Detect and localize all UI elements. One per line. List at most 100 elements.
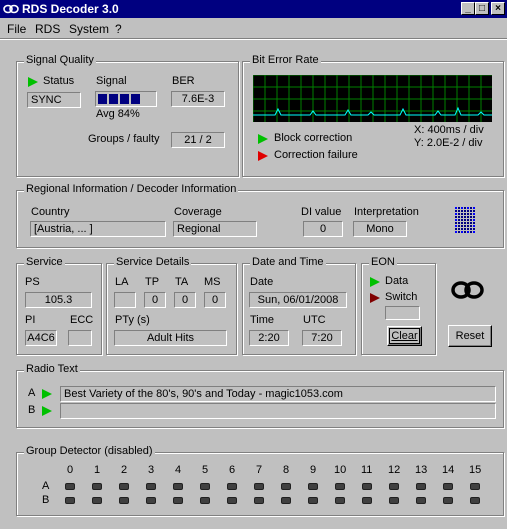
service-details-label: Service Details [114, 256, 192, 268]
signal-quality-group: Signal Quality Status SYNC Signal Avg 84… [16, 54, 239, 177]
group-detector-led-a-6 [227, 483, 237, 490]
minimize-button[interactable]: _ [461, 2, 475, 15]
service-details-group: Service Details LA TP TA MS 0 0 0 PTy (s… [106, 256, 237, 355]
group-detector-led-a-3 [146, 483, 156, 490]
radio-text-group: Radio Text A Best Variety of the 80's, 9… [16, 363, 504, 428]
title-bar[interactable]: RDS Decoder 3.0 _ □ × [0, 0, 507, 18]
group-detector-column-6: 6 [229, 464, 236, 476]
group-detector-led-b-14 [443, 497, 453, 504]
ta-label: TA [175, 276, 189, 288]
group-detector-column-5: 5 [202, 464, 209, 476]
group-detector-row-b-label: B [42, 494, 50, 506]
group-detector-led-b-10 [335, 497, 345, 504]
signal-segment [98, 94, 107, 104]
group-detector-column-2: 2 [121, 464, 128, 476]
groups-value: 21 / 2 [171, 132, 225, 148]
group-detector-column-8: 8 [283, 464, 290, 476]
ber-group-label: Bit Error Rate [250, 54, 321, 66]
radio-text-a-led-icon [42, 389, 52, 399]
group-detector-led-b-15 [470, 497, 480, 504]
ms-label: MS [204, 276, 221, 288]
group-detector-led-b-2 [119, 497, 129, 504]
pty-value: Adult Hits [114, 330, 227, 346]
signal-meter [95, 91, 157, 107]
group-detector-led-a-7 [254, 483, 264, 490]
status-led-icon [28, 77, 38, 87]
menu-rds[interactable]: RDS [35, 22, 60, 36]
eon-label: EON [369, 256, 397, 268]
time-value: 2:20 [249, 330, 289, 346]
clear-button[interactable]: Clear [387, 326, 422, 346]
group-detector-led-b-6 [227, 497, 237, 504]
time-label: Time [250, 314, 275, 326]
window-title: RDS Decoder 3.0 [22, 2, 119, 16]
group-detector-led-a-13 [416, 483, 426, 490]
utc-label: UTC [303, 314, 326, 326]
di-value: 0 [303, 221, 343, 237]
ps-label: PS [25, 276, 40, 288]
eon-group: EON Data Switch Clear [361, 256, 436, 355]
menu-system[interactable]: System [69, 22, 109, 36]
ms-value: 0 [204, 292, 226, 308]
eon-switch-label: Switch [385, 291, 418, 303]
signal-segment [142, 94, 151, 104]
reset-button-label: Reset [455, 330, 485, 342]
date-value: Sun, 06/01/2008 [249, 292, 347, 308]
la-label: LA [115, 276, 129, 288]
clear-button-label: Clear [391, 330, 418, 342]
country-value: [Austria, ... ] [30, 221, 166, 237]
menu-help[interactable]: ? [115, 22, 122, 36]
group-detector-led-a-0 [65, 483, 75, 490]
group-detector-led-a-5 [200, 483, 210, 490]
service-label: Service [24, 256, 65, 268]
grid-matrix-icon [455, 207, 475, 233]
close-button[interactable]: × [491, 2, 505, 15]
pi-value: A4C6 [25, 330, 57, 346]
group-detector-column-12: 12 [388, 464, 401, 476]
maximize-button[interactable]: □ [475, 2, 489, 15]
group-detector-led-b-12 [389, 497, 399, 504]
la-value [114, 292, 136, 308]
radio-text-a-value: Best Variety of the 80's, 90's and Today… [60, 386, 496, 402]
y-scale-label: Y: 2.0E-2 / div [414, 137, 483, 149]
tp-value: 0 [144, 292, 166, 308]
signal-segment [109, 94, 118, 104]
radio-text-b-led-icon [42, 406, 52, 416]
eon-data-led-icon [370, 277, 380, 287]
group-detector-led-a-11 [362, 483, 372, 490]
block-correction-led-icon [258, 134, 268, 144]
ps-value: 105.3 [25, 292, 92, 308]
group-detector-led-b-1 [92, 497, 102, 504]
ta-value: 0 [174, 292, 196, 308]
radio-text-b-value [60, 403, 496, 419]
interpretation-label: Interpretation [354, 206, 419, 218]
block-correction-label: Block correction [274, 132, 353, 144]
app-icon [3, 4, 19, 14]
group-detector-led-a-4 [173, 483, 183, 490]
group-detector-column-11: 11 [361, 464, 373, 476]
status-label: Status [43, 75, 75, 87]
signal-segment [120, 94, 129, 104]
regional-info-label: Regional Information / Decoder Informati… [24, 183, 239, 195]
group-detector-led-a-9 [308, 483, 318, 490]
reset-button[interactable]: Reset [448, 325, 492, 347]
group-detector-column-1: 1 [94, 464, 101, 476]
group-detector-led-a-2 [119, 483, 129, 490]
group-detector-led-b-13 [416, 497, 426, 504]
group-detector-led-a-12 [389, 483, 399, 490]
group-detector-column-14: 14 [442, 464, 455, 476]
group-detector-led-b-4 [173, 497, 183, 504]
coverage-value: Regional [173, 221, 257, 237]
group-detector-column-3: 3 [148, 464, 155, 476]
magic-logo-icon [451, 281, 484, 299]
radio-text-b-label: B [28, 404, 36, 416]
group-detector-led-a-8 [281, 483, 291, 490]
group-detector-column-4: 4 [175, 464, 182, 476]
date-time-group: Date and Time Date Sun, 06/01/2008 Time … [242, 256, 356, 355]
status-value: SYNC [27, 92, 81, 108]
group-detector-group: Group Detector (disabled) 0 1 2 3 4 5 6 7 8 9 10 11… [16, 445, 504, 516]
menu-file[interactable]: File [7, 22, 26, 36]
group-detector-led-b-3 [146, 497, 156, 504]
correction-failure-label: Correction failure [274, 149, 358, 161]
group-detector-led-a-14 [443, 483, 453, 490]
